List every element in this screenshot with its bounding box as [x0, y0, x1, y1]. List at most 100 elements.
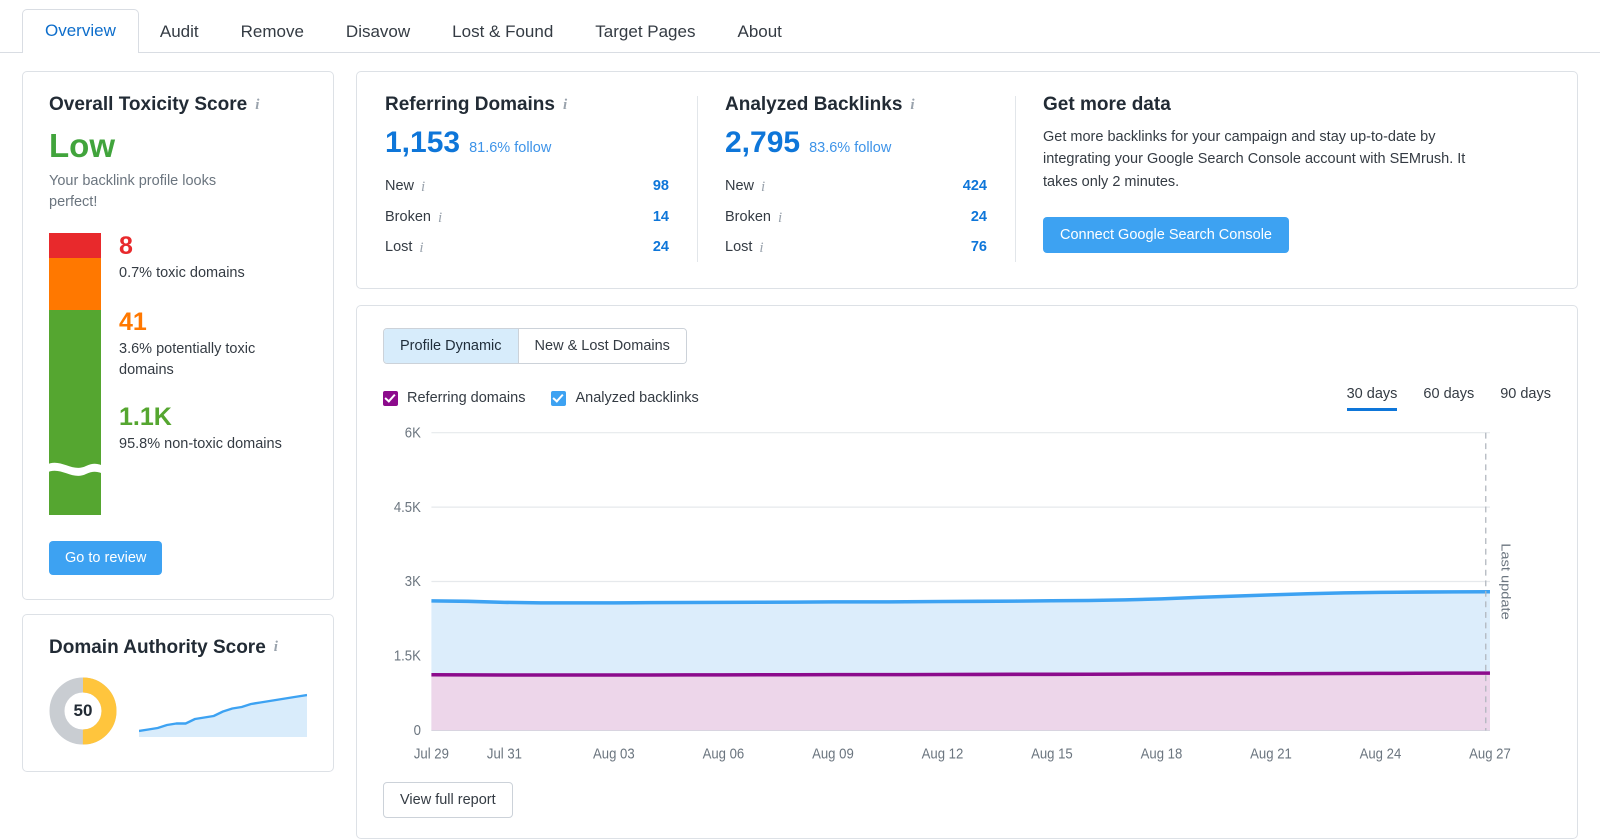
analyzed-backlinks-title: Analyzed Backlinks i — [725, 94, 987, 116]
domain-authority-value: 50 — [73, 700, 93, 720]
info-icon[interactable]: i — [563, 97, 567, 114]
info-icon[interactable]: i — [438, 207, 442, 230]
info-icon[interactable]: i — [421, 176, 425, 199]
info-icon[interactable]: i — [761, 176, 765, 199]
table-row: New i 424 — [725, 172, 987, 203]
domain-authority-card-title: Domain Authority Score i — [49, 637, 307, 659]
potentially-toxic-count: 41 — [119, 308, 147, 337]
row-label: New — [385, 178, 415, 195]
domain-authority-title-text: Domain Authority Score — [49, 636, 266, 658]
page-body: Overall Toxicity Score i Low Your backli… — [0, 53, 1600, 839]
row-value[interactable]: 24 — [971, 207, 987, 229]
table-row: New i 98 — [385, 172, 669, 203]
svg-text:Aug 15: Aug 15 — [1031, 744, 1073, 761]
row-value[interactable]: 76 — [971, 237, 987, 259]
domain-authority-donut: 50 — [49, 677, 117, 745]
info-icon[interactable]: i — [759, 237, 763, 260]
toxic-count: 8 — [119, 231, 133, 260]
info-icon[interactable]: i — [255, 97, 259, 114]
analyzed-backlinks-total[interactable]: 2,795 — [725, 128, 800, 158]
chart-view-new-and-lost-domains[interactable]: New & Lost Domains — [517, 328, 686, 363]
row-value[interactable]: 424 — [963, 176, 987, 198]
row-label: Broken — [725, 208, 771, 225]
svg-text:4.5K: 4.5K — [394, 498, 422, 515]
chart-plot-area[interactable]: 0 1.5K 3K 4.5K 6K Jul 29 Jul 31 Aug 03 Aug 06 Aug… — [383, 421, 1551, 773]
toxicity-title-text: Overall Toxicity Score — [49, 94, 248, 115]
range-30-days[interactable]: 30 days — [1346, 386, 1398, 411]
tab-audit[interactable]: Audit — [139, 10, 220, 53]
row-label: Broken — [385, 208, 431, 225]
get-more-data-title: Get more data — [1043, 94, 1171, 115]
info-icon[interactable]: i — [778, 207, 782, 230]
info-icon[interactable]: i — [274, 639, 278, 656]
svg-text:1.5K: 1.5K — [394, 646, 422, 663]
get-more-data-text: Get more backlinks for your campaign and… — [1043, 129, 1466, 190]
profile-dynamic-chart-card: Profile Dynamic New & Lost Domains Refer… — [356, 304, 1578, 839]
domain-authority-sparkline — [138, 685, 308, 737]
bar-segment-potentially-toxic — [49, 257, 101, 310]
main-tab-bar: Overview Audit Remove Disavow Lost & Fou… — [0, 0, 1600, 53]
toxicity-stat-non-toxic: 1.1K 95.8% non-toxic domains — [119, 404, 307, 455]
svg-text:Aug 18: Aug 18 — [1141, 744, 1183, 761]
svg-text:Aug 12: Aug 12 — [922, 744, 964, 761]
svg-text:Aug 06: Aug 06 — [703, 744, 745, 761]
svg-text:Last update: Last update — [1499, 543, 1514, 620]
table-row: Broken i 14 — [385, 203, 669, 234]
go-to-review-button[interactable]: Go to review — [49, 540, 163, 575]
non-toxic-label: 95.8% non-toxic domains — [119, 436, 282, 453]
tab-overview[interactable]: Overview — [22, 9, 139, 53]
referring-domains-follow: 81.6% follow — [469, 140, 552, 156]
view-full-report-button[interactable]: View full report — [383, 782, 513, 818]
toxicity-card-title: Overall Toxicity Score i — [49, 94, 307, 116]
chart-view-profile-dynamic[interactable]: Profile Dynamic — [384, 328, 518, 363]
row-value[interactable]: 98 — [653, 176, 669, 198]
profile-dynamic-area-chart[interactable]: 0 1.5K 3K 4.5K 6K Jul 29 Jul 31 Aug 03 Aug 06 Aug… — [383, 421, 1551, 773]
domain-authority-score-card: Domain Authority Score i 50 — [22, 613, 334, 772]
svg-text:0: 0 — [414, 721, 422, 738]
legend-label-analyzed-backlinks: Analyzed backlinks — [575, 390, 699, 406]
connect-google-search-console-button[interactable]: Connect Google Search Console — [1043, 217, 1289, 254]
toxicity-subtitle: Your backlink profile looks perfect! — [49, 172, 217, 210]
get-more-data-panel: Get more data Get more backlinks for you… — [1015, 94, 1577, 264]
referring-domains-total[interactable]: 1,153 — [385, 128, 460, 158]
info-icon[interactable]: i — [910, 97, 914, 114]
row-label: Lost — [725, 239, 753, 256]
analyzed-backlinks-rows: New i 424 Broken i 24 Lost i 76 — [725, 172, 987, 264]
tab-about[interactable]: About — [716, 10, 802, 53]
legend-item-referring-domains[interactable]: Referring domains — [383, 390, 525, 406]
domain-authority-body: 50 — [49, 677, 308, 745]
toxicity-stat-potentially-toxic: 41 3.6% potentially toxic domains — [119, 309, 307, 380]
chart-footer: View full report — [383, 782, 1551, 818]
overall-toxicity-score-card: Overall Toxicity Score i Low Your backli… — [22, 71, 334, 600]
toxicity-breakdown: 8 0.7% toxic domains 41 3.6% potentially… — [46, 231, 307, 515]
tab-disavow[interactable]: Disavow — [325, 10, 431, 53]
toxicity-stat-toxic: 8 0.7% toxic domains — [119, 231, 307, 284]
row-value[interactable]: 14 — [653, 207, 669, 229]
checkbox-checked-icon[interactable] — [383, 390, 398, 406]
bar-segment-toxic — [49, 232, 101, 258]
non-toxic-count: 1.1K — [119, 403, 172, 432]
legend-item-analyzed-backlinks[interactable]: Analyzed backlinks — [551, 390, 699, 406]
chart-view-toggle: Profile Dynamic New & Lost Domains — [383, 327, 687, 364]
svg-text:Jul 31: Jul 31 — [487, 744, 522, 761]
referring-domains-panel: Referring Domains i 1,153 81.6% follow N… — [357, 94, 697, 264]
analyzed-backlinks-panel: Analyzed Backlinks i 2,795 83.6% follow … — [697, 94, 1015, 264]
range-60-days[interactable]: 60 days — [1423, 386, 1474, 411]
range-90-days[interactable]: 90 days — [1500, 386, 1551, 411]
svg-text:Aug 27: Aug 27 — [1469, 744, 1511, 761]
toxicity-stacked-bar — [46, 232, 104, 515]
tab-target-pages[interactable]: Target Pages — [574, 10, 716, 53]
bar-break-wave-icon — [46, 462, 104, 476]
potentially-toxic-label: 3.6% potentially toxic domains — [119, 341, 256, 378]
table-row: Lost i 24 — [385, 233, 669, 264]
toxic-label: 0.7% toxic domains — [119, 264, 245, 281]
referring-domains-rows: New i 98 Broken i 14 Lost i 24 — [385, 172, 669, 264]
tab-remove[interactable]: Remove — [220, 10, 325, 53]
analyzed-backlinks-title-text: Analyzed Backlinks — [725, 94, 903, 115]
tab-lost-and-found[interactable]: Lost & Found — [431, 10, 574, 53]
row-value[interactable]: 24 — [653, 237, 669, 259]
referring-domains-total-row: 1,153 81.6% follow — [385, 128, 669, 158]
info-icon[interactable]: i — [419, 237, 423, 260]
checkbox-checked-icon[interactable] — [551, 390, 567, 406]
analyzed-backlinks-follow: 83.6% follow — [809, 140, 892, 156]
